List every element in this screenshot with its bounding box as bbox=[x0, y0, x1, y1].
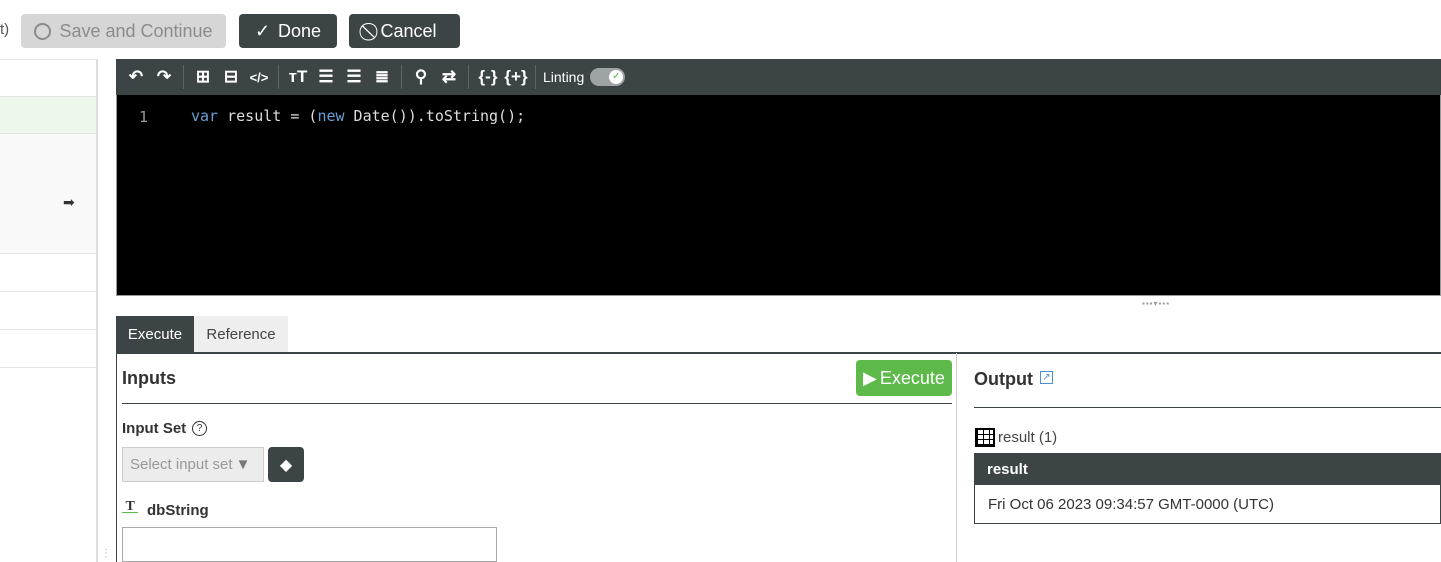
tab-reference[interactable]: Reference bbox=[194, 316, 288, 353]
cancel-button[interactable]: ⃠Cancel bbox=[349, 14, 460, 48]
code-icon[interactable]: </> bbox=[245, 63, 273, 91]
input-set-select[interactable]: Select input set ▼ bbox=[122, 447, 264, 482]
add-comment-icon[interactable]: ⊞ bbox=[189, 63, 217, 91]
unfold-icon[interactable]: {+} bbox=[502, 63, 530, 91]
save-and-continue-button[interactable]: Save and Continue bbox=[21, 14, 226, 48]
list-item[interactable] bbox=[0, 330, 96, 368]
editor-toolbar: ↶ ↷ ⊞ ⊟ </> ᴛT ☰ ☰ ≣ ⚲ ⇄ {-} {+} Linting ✓ bbox=[116, 59, 1441, 95]
linting-label: Linting bbox=[543, 69, 585, 85]
param-label: dbString bbox=[147, 502, 209, 519]
list-item[interactable] bbox=[0, 59, 96, 97]
result-count: result (1) bbox=[998, 429, 1058, 446]
fold-icon[interactable]: {-} bbox=[474, 63, 502, 91]
output-title: Output bbox=[974, 369, 1033, 389]
code-editor[interactable]: 1 var result = (new Date()).toString(); bbox=[116, 95, 1441, 296]
inputs-title: Inputs bbox=[122, 368, 176, 388]
list-item[interactable] bbox=[0, 97, 96, 134]
check-icon: ✓ bbox=[609, 70, 624, 84]
table-icon bbox=[975, 428, 995, 447]
execute-button[interactable]: ▶ Execute bbox=[856, 360, 952, 396]
string-type-icon: T bbox=[122, 499, 139, 514]
drag-handle[interactable]: ⋮ bbox=[101, 548, 111, 559]
panel-divider[interactable] bbox=[96, 59, 98, 562]
table-header: result bbox=[974, 453, 1441, 485]
code-line[interactable]: var result = (new Date()).toString(); bbox=[191, 107, 525, 125]
truncated-label: t) bbox=[0, 21, 10, 38]
circle-icon bbox=[34, 22, 52, 40]
help-icon[interactable]: ? bbox=[192, 421, 207, 436]
list-item[interactable] bbox=[0, 292, 96, 330]
align-icon[interactable]: ≣ bbox=[368, 63, 396, 91]
table-row: Fri Oct 06 2023 09:34:57 GMT-0000 (UTC) bbox=[974, 485, 1441, 524]
font-size-icon[interactable]: ᴛT bbox=[284, 63, 312, 91]
dropdown-caret-icon: ▼ bbox=[235, 456, 251, 473]
search-icon[interactable]: ⚲ bbox=[407, 63, 435, 91]
play-icon: ▶ bbox=[863, 367, 877, 388]
linting-toggle[interactable]: ✓ bbox=[590, 68, 626, 86]
list-item[interactable] bbox=[0, 254, 96, 292]
redo-icon[interactable]: ↷ bbox=[150, 63, 178, 91]
done-button[interactable]: ✓ Done bbox=[239, 14, 337, 48]
line-number: 1 bbox=[139, 108, 149, 126]
check-icon: ✓ bbox=[254, 20, 271, 41]
popout-icon[interactable]: ↗ bbox=[1040, 371, 1053, 384]
tab-execute[interactable]: Execute bbox=[116, 316, 194, 353]
arrow-right-icon: ➡ bbox=[63, 194, 75, 210]
resize-handle[interactable]: ▪▪▪▾▪▪▪ bbox=[1142, 299, 1170, 308]
clear-input-set-button[interactable]: ◆ bbox=[268, 447, 304, 482]
input-set-label: Input Set bbox=[122, 420, 187, 437]
remove-comment-icon[interactable]: ⊟ bbox=[217, 63, 245, 91]
dbstring-input[interactable] bbox=[122, 527, 497, 562]
eraser-icon: ◆ bbox=[279, 456, 293, 474]
outdent-icon[interactable]: ☰ bbox=[312, 63, 340, 91]
indent-icon[interactable]: ☰ bbox=[340, 63, 368, 91]
undo-icon[interactable]: ↶ bbox=[122, 63, 150, 91]
list-item[interactable]: ➡ bbox=[0, 134, 96, 254]
replace-icon[interactable]: ⇄ bbox=[435, 63, 463, 91]
